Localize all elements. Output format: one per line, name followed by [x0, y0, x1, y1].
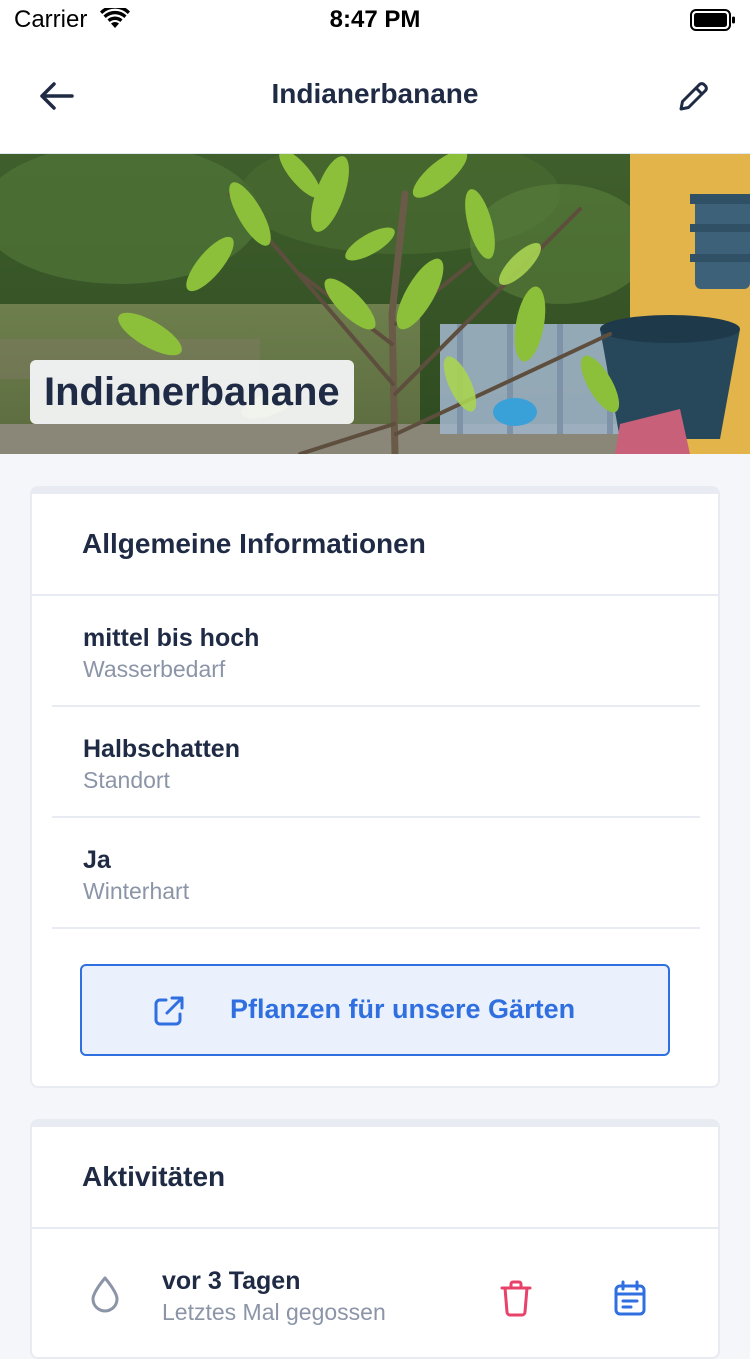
- info-label: Standort: [83, 767, 170, 793]
- info-value: Ja: [83, 846, 111, 874]
- info-label: Wasserbedarf: [83, 656, 226, 682]
- plant-name-overlay: Indianerbanane: [30, 360, 354, 424]
- external-link-label: Pflanzen für unsere Gärten: [230, 994, 576, 1024]
- info-value: mittel bis hoch: [83, 624, 260, 652]
- activity-value: vor 3 Tagen: [162, 1267, 301, 1295]
- page-title: Indianerbanane: [271, 78, 479, 109]
- water-drop-icon: [88, 1275, 122, 1318]
- trash-icon: [500, 1280, 532, 1317]
- activities-heading: Aktivitäten: [32, 1127, 718, 1229]
- delete-button[interactable]: [498, 1279, 534, 1322]
- general-info-heading: Allgemeine Informationen: [32, 494, 718, 596]
- edit-button[interactable]: [668, 70, 720, 122]
- info-value: Halbschatten: [83, 735, 240, 763]
- external-link-button[interactable]: Pflanzen für unsere Gärten: [80, 964, 670, 1056]
- info-row-location: Halbschatten Standort: [52, 707, 700, 818]
- battery-icon: [690, 8, 736, 37]
- external-link-icon: [152, 994, 186, 1033]
- calendar-icon: [614, 1280, 646, 1316]
- clock: 8:47 PM: [329, 6, 421, 33]
- info-label: Winterhart: [83, 878, 190, 904]
- activity-row: vor 3 Tagen Letztes Mal gegossen: [32, 1229, 718, 1339]
- pencil-icon: [679, 82, 708, 111]
- plant-hero: Indianerbanane: [0, 154, 750, 454]
- activity-label: Letztes Mal gegossen: [162, 1299, 386, 1325]
- activities-card: Aktivitäten vor 3 Tagen Letztes Mal gego…: [30, 1119, 720, 1359]
- navigation-bar: Indianerbanane: [0, 40, 750, 154]
- info-row-hardy: Ja Winterhart: [52, 818, 700, 929]
- general-info-card: Allgemeine Informationen mittel bis hoch…: [30, 486, 720, 1088]
- info-row-water: mittel bis hoch Wasserbedarf: [52, 596, 700, 707]
- status-bar: Carrier 8:47 PM: [0, 0, 750, 40]
- schedule-button[interactable]: [612, 1279, 648, 1322]
